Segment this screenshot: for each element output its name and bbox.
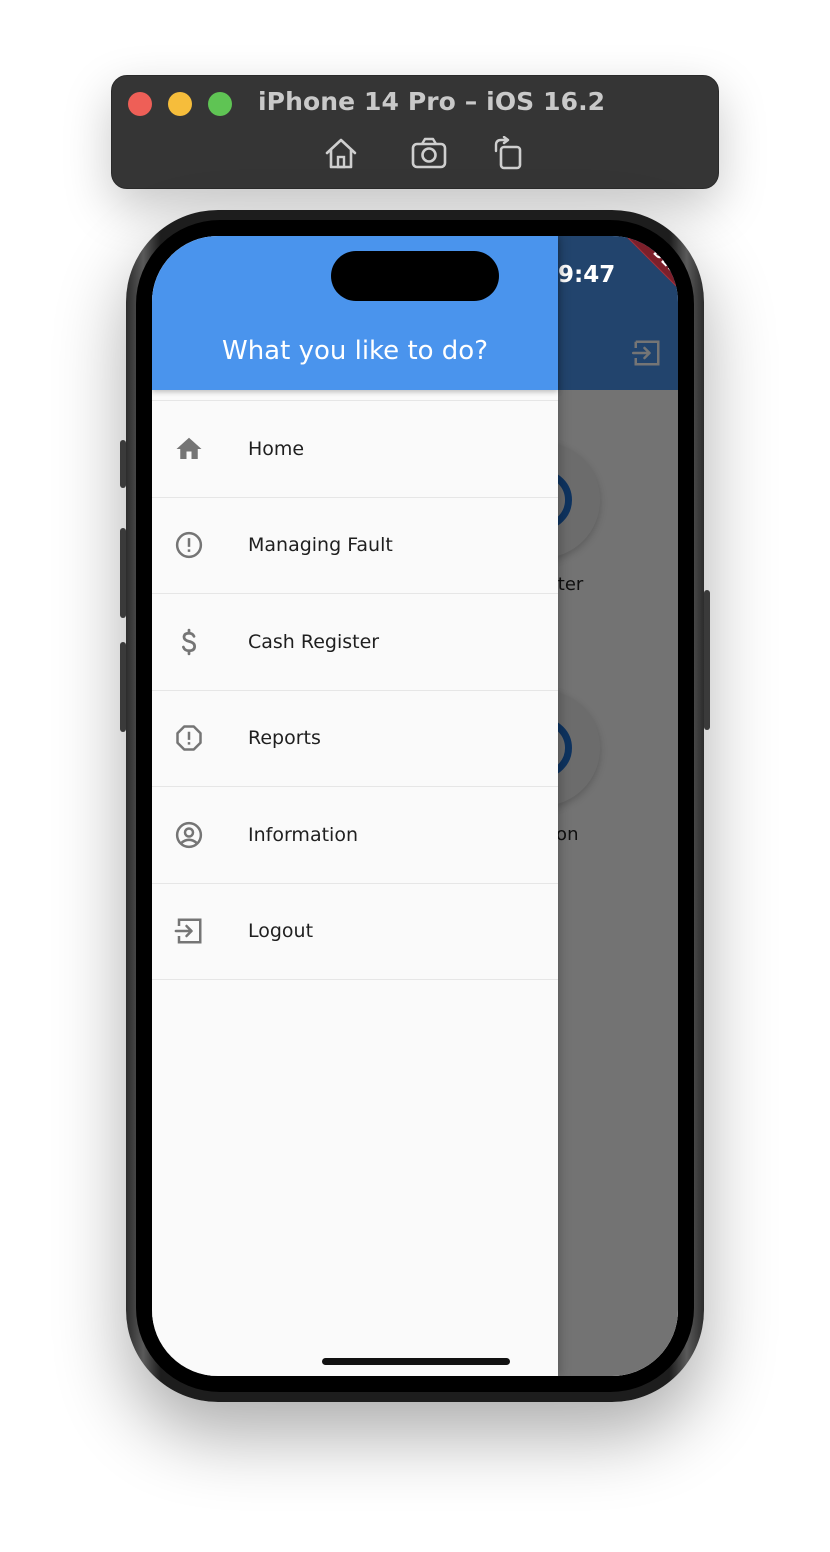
report-icon: [176, 725, 202, 751]
drawer-item-home[interactable]: Home: [152, 400, 558, 497]
drawer-item-information[interactable]: Information: [152, 786, 558, 883]
dynamic-island: [331, 251, 499, 301]
error-outline-icon: [175, 532, 203, 559]
drawer-divider: [152, 979, 558, 980]
minimize-window-button[interactable]: [168, 92, 192, 116]
home-icon[interactable]: [323, 136, 359, 170]
drawer-item-label: Logout: [248, 920, 314, 943]
logout-icon: [174, 918, 202, 944]
home-icon: [176, 437, 202, 459]
account-circle-icon: [175, 821, 203, 848]
power-button: [704, 590, 710, 730]
drawer-item-label: Managing Fault: [248, 534, 393, 557]
drawer-item-label: Information: [248, 823, 358, 846]
status-bar-time: 9:47: [558, 262, 616, 288]
navigation-drawer: What you like to do? Home Managing Fault: [152, 236, 558, 1376]
drawer-item-managing-fault[interactable]: Managing Fault: [152, 496, 558, 594]
drawer-item-label: Home: [248, 437, 305, 460]
dollar-icon: [182, 628, 197, 655]
drawer-item-label: Reports: [248, 727, 321, 750]
drawer-item-logout[interactable]: Logout: [152, 882, 558, 980]
zoom-window-button[interactable]: [208, 92, 232, 116]
volume-down-button: [120, 642, 126, 732]
screenshot-icon[interactable]: [411, 136, 447, 170]
device-screen: gister tion DEBUG 9:47 What you like to …: [152, 236, 678, 1376]
drawer-item-reports[interactable]: Reports: [152, 689, 558, 787]
drawer-item-label: Cash Register: [248, 630, 380, 653]
close-window-button[interactable]: [128, 92, 152, 116]
drawer-title: What you like to do?: [221, 336, 489, 366]
drawer-item-cash-register[interactable]: Cash Register: [152, 593, 558, 690]
window-title: iPhone 14 Pro – iOS 16.2: [258, 87, 606, 116]
home-indicator[interactable]: [322, 1358, 510, 1365]
volume-up-button: [120, 528, 126, 618]
mute-switch: [120, 440, 126, 488]
drawer-menu: Home Managing Fault Cash Register Report…: [152, 400, 558, 980]
rotate-icon[interactable]: [491, 136, 527, 170]
